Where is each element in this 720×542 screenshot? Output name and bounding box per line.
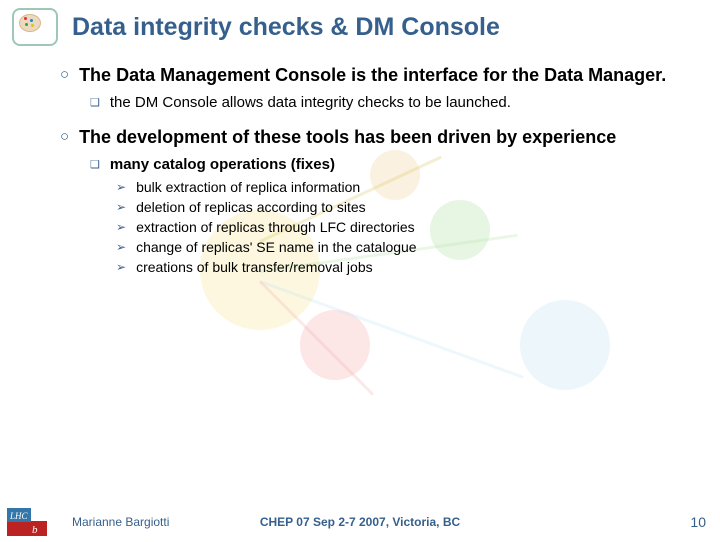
bullet-lvl2-text: many catalog operations (fixes) [110, 156, 335, 174]
footer-conference: CHEP 07 Sep 2-7 2007, Victoria, BC [260, 515, 460, 529]
bullet-arrow-icon: ➢ [116, 178, 126, 196]
svg-text:LHC: LHC [9, 511, 29, 521]
lhcb-logo-icon: LHC b [6, 507, 48, 537]
bullet-lvl3-text: creations of bulk transfer/removal jobs [136, 258, 373, 276]
bullet-lvl3-text: bulk extraction of replica information [136, 178, 360, 196]
bullet-arrow-icon: ➢ [116, 238, 126, 256]
bullet-lvl1-text: The Data Management Console is the inter… [79, 64, 666, 86]
palette-icon [12, 8, 58, 46]
bullet-square-icon: ❑ [90, 94, 100, 112]
bullet-lvl3-text: change of replicas' SE name in the catal… [136, 238, 417, 256]
bullet-lvl3-text: extraction of replicas through LFC direc… [136, 218, 415, 236]
footer-page-number: 10 [690, 514, 706, 530]
bullet-square-icon: ❑ [90, 156, 100, 174]
slide-body: ○ The Data Management Console is the int… [0, 52, 720, 276]
slide-title: Data integrity checks & DM Console [72, 13, 500, 42]
bullet-circle-icon: ○ [60, 64, 69, 86]
svg-text:b: b [32, 524, 38, 536]
bullet-arrow-icon: ➢ [116, 218, 126, 236]
bullet-lvl1-text: The development of these tools has been … [79, 126, 616, 148]
footer-author: Marianne Bargiotti [72, 515, 169, 529]
slide-header: Data integrity checks & DM Console [0, 0, 720, 52]
bullet-arrow-icon: ➢ [116, 258, 126, 276]
slide-footer: LHC b Marianne Bargiotti CHEP 07 Sep 2-7… [0, 504, 720, 540]
bullet-circle-icon: ○ [60, 126, 69, 148]
bullet-lvl3-text: deletion of replicas according to sites [136, 198, 366, 216]
bullet-lvl2-text: the DM Console allows data integrity che… [110, 94, 511, 112]
bullet-arrow-icon: ➢ [116, 198, 126, 216]
